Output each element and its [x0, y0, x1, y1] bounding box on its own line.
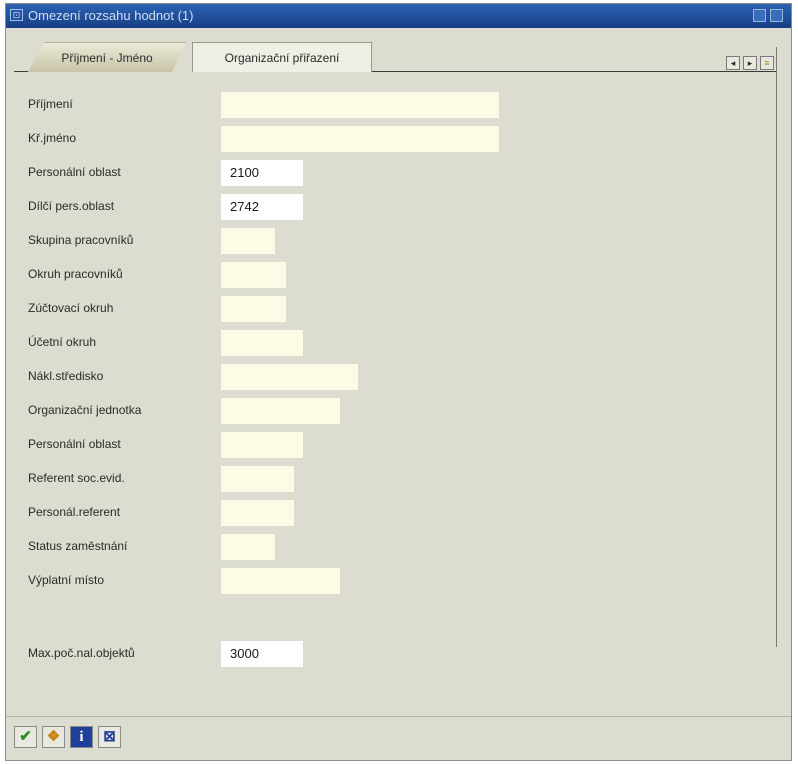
- prijmeni-input[interactable]: [221, 92, 499, 118]
- field-row: Status zaměstnání: [6, 534, 791, 560]
- field-row: Výplatní místo: [6, 568, 791, 594]
- field-row: Personál.referent: [6, 500, 791, 526]
- field-row: Kř.jméno: [6, 126, 791, 152]
- field-label-skupina-pracovniku: Skupina pracovníků: [28, 233, 134, 247]
- personalni-oblast-input[interactable]: [221, 160, 303, 186]
- max-pocet-objektu-input[interactable]: [221, 641, 303, 667]
- tab-prijmeni-jmeno[interactable]: Příjmení - Jméno: [28, 42, 186, 72]
- organizacni-jednotka-input[interactable]: [221, 398, 340, 424]
- minimize-icon[interactable]: [753, 9, 766, 22]
- field-label-dilci-pers-oblast: Dílčí pers.oblast: [28, 199, 115, 213]
- field-label-personal-referent: Personál.referent: [28, 505, 121, 519]
- field-row: Příjmení: [6, 92, 791, 118]
- field-label-prijmeni: Příjmení: [28, 97, 73, 111]
- field-row: Referent soc.evid.: [6, 466, 791, 492]
- field-label-personalni-oblast: Personální oblast: [28, 165, 121, 179]
- tab-border-line: [372, 71, 777, 72]
- field-row: Max.poč.nal.objektů: [6, 641, 791, 667]
- field-label-referent-soc-evid: Referent soc.evid.: [28, 471, 125, 485]
- okruh-pracovniku-input[interactable]: [221, 262, 286, 288]
- checkmark-icon[interactable]: ✔: [14, 726, 37, 748]
- field-label-nakl-stredisko: Nákl.středisko: [28, 369, 104, 383]
- ucetni-okruh-input[interactable]: [221, 330, 303, 356]
- nakl-stredisko-input[interactable]: [221, 364, 358, 390]
- vyplatni-misto-input[interactable]: [221, 568, 340, 594]
- field-row: Personální oblast: [6, 432, 791, 458]
- referent-soc-evid-input[interactable]: [221, 466, 294, 492]
- window-icon: ⊡: [10, 9, 23, 21]
- info-icon[interactable]: i: [70, 726, 93, 748]
- tab-strip: Příjmení - Jméno Organizační přiřazení ◂…: [6, 28, 791, 76]
- scroll-right-icon[interactable]: ▸: [743, 56, 757, 70]
- scroll-left-icon[interactable]: ◂: [726, 56, 740, 70]
- field-label-okruh-pracovniku: Okruh pracovníků: [28, 267, 123, 281]
- cancel-icon[interactable]: ⊠: [98, 726, 121, 748]
- field-label-personalni-oblast-2: Personální oblast: [28, 437, 121, 451]
- field-row: Organizační jednotka: [6, 398, 791, 424]
- status-zamestnani-input[interactable]: [221, 534, 275, 560]
- field-label-krestni-jmeno: Kř.jméno: [28, 131, 77, 145]
- field-row: Nákl.středisko: [6, 364, 791, 390]
- field-label-max-pocet-objektu: Max.poč.nal.objektů: [28, 646, 135, 660]
- multiple-selection-icon[interactable]: ❖: [42, 726, 65, 748]
- bottom-toolbar: ✔ ❖ i ⊠: [6, 717, 791, 760]
- zuctovaci-okruh-input[interactable]: [221, 296, 286, 322]
- skupina-pracovniku-input[interactable]: [221, 228, 275, 254]
- tab-organizacni-prirazeni[interactable]: Organizační přiřazení: [192, 42, 372, 72]
- window-title: Omezení rozsahu hodnot (1): [28, 8, 194, 23]
- dilci-pers-oblast-input[interactable]: [221, 194, 303, 220]
- personalni-oblast-2-input[interactable]: [221, 432, 303, 458]
- personal-referent-input[interactable]: [221, 500, 294, 526]
- field-row: Okruh pracovníků: [6, 262, 791, 288]
- field-label-zuctovaci-okruh: Zúčtovací okruh: [28, 301, 114, 315]
- field-label-status-zamestnani: Status zaměstnání: [28, 539, 128, 553]
- field-label-vyplatni-misto: Výplatní místo: [28, 573, 105, 587]
- krestni-jmeno-input[interactable]: [221, 126, 499, 152]
- tab-border-line: [14, 71, 28, 72]
- field-label-organizacni-jednotka: Organizační jednotka: [28, 403, 142, 417]
- field-row: Dílčí pers.oblast: [6, 194, 791, 220]
- field-row: Skupina pracovníků: [6, 228, 791, 254]
- field-label-ucetni-okruh: Účetní okruh: [28, 335, 97, 349]
- field-row: Zúčtovací okruh: [6, 296, 791, 322]
- tab-list-icon[interactable]: ≡: [760, 56, 774, 70]
- field-row: Personální oblast: [6, 160, 791, 186]
- title-bar: ⊡ Omezení rozsahu hodnot (1): [6, 4, 791, 28]
- close-window-icon[interactable]: [770, 9, 783, 22]
- field-row: Účetní okruh: [6, 330, 791, 356]
- value-range-dialog: ⊡ Omezení rozsahu hodnot (1) Příjmení - …: [5, 3, 792, 761]
